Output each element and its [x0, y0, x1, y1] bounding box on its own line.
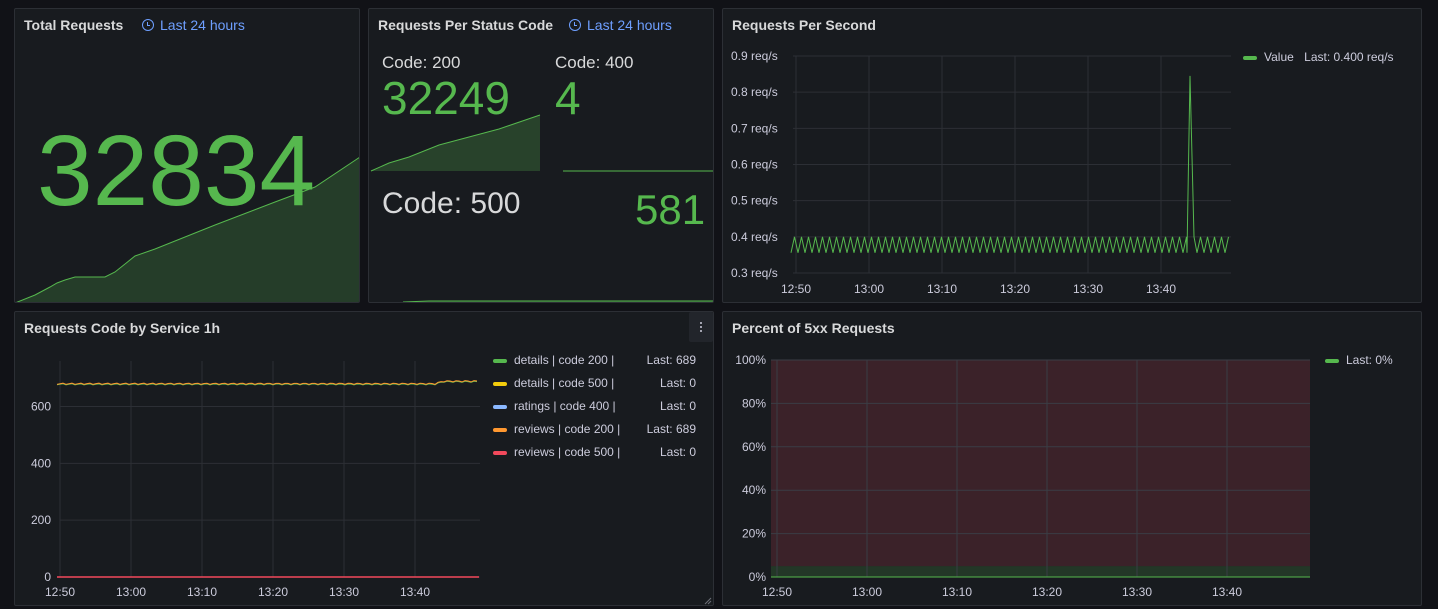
reviews-200-line	[56, 380, 478, 385]
panel-title: Requests Code by Service 1h	[24, 320, 221, 336]
x-tick-label: 12:50	[762, 585, 792, 599]
time-range-label: Last 24 hours	[587, 17, 672, 33]
code200-value: 32249	[382, 72, 510, 124]
clock-icon	[142, 19, 154, 31]
panel-title: Percent of 5xx Requests	[732, 320, 895, 336]
y-tick-label: 0.8 req/s	[731, 85, 778, 99]
x-tick-label: 13:00	[852, 585, 882, 599]
y-tick-label: 0.6 req/s	[731, 158, 778, 172]
x-tick-label: 13:00	[116, 585, 146, 599]
legend-item[interactable]: reviews | code 500 | Last: 0	[493, 445, 696, 468]
y-tick-label: 0	[44, 570, 51, 584]
pct5xx-panel: 0% 20% 40% 60% 80% 100% 12:50 13:00 13:10 13:20 13…	[722, 311, 1422, 606]
status-code-panel: Requests Per Status Code Last 24 hours C…	[368, 8, 714, 303]
legend-swatch	[493, 405, 507, 409]
x-tick-label: 13:20	[258, 585, 288, 599]
clock-icon	[569, 19, 581, 31]
y-tick-label: 0.5 req/s	[731, 194, 778, 208]
legend-item[interactable]: ratings | code 400 | Last: 0	[493, 399, 696, 422]
y-tick-label: 0%	[749, 570, 767, 584]
time-range[interactable]: Last 24 hours	[142, 17, 245, 33]
y-tick-label: 80%	[742, 396, 766, 410]
legend-last: Last: 0%	[1346, 353, 1393, 367]
y-tick-label: 200	[31, 513, 51, 527]
time-range-label: Last 24 hours	[160, 17, 245, 33]
panel-title: Requests Per Second	[732, 17, 876, 33]
y-tick-label: 0.7 req/s	[731, 121, 778, 135]
panel-menu-button[interactable]	[689, 312, 713, 342]
code400-value: 4	[555, 72, 581, 124]
rps-panel: 0.3 req/s 0.4 req/s 0.5 req/s 0.6 req/s 0.7 …	[722, 8, 1422, 303]
panel-title: Requests Per Status Code	[378, 17, 554, 33]
legend-item[interactable]: details | code 500 | Last: 0	[493, 376, 696, 399]
x-tick-label: 13:20	[1000, 282, 1030, 296]
x-tick-label: 13:00	[854, 282, 884, 296]
svc-grid	[59, 361, 480, 578]
legend-name: Value	[1264, 50, 1294, 64]
x-tick-label: 12:50	[45, 585, 75, 599]
y-tick-label: 0.3 req/s	[731, 266, 778, 280]
legend-swatch	[493, 382, 507, 386]
y-tick-label: 40%	[742, 483, 766, 497]
code200-label: Code: 200	[382, 53, 461, 72]
threshold-green-region	[771, 566, 1310, 577]
by-service-panel: 0 200 400 600 12:50 13:00 13:10 13:20 13:30 13:40…	[14, 311, 714, 606]
rps-legend[interactable]: Value Last: 0.400 req/s	[1243, 50, 1394, 64]
code500-value: 581	[635, 186, 706, 233]
x-tick-label: 13:10	[927, 282, 957, 296]
code500-label: Code: 500	[382, 187, 521, 220]
x-tick-label: 13:10	[942, 585, 972, 599]
y-tick-label: 400	[31, 456, 51, 470]
pct5xx-chart: 0% 20% 40% 60% 80% 100% 12:50 13:00 13:10 13:20 13…	[735, 353, 1310, 599]
x-tick-label: 13:30	[1073, 282, 1103, 296]
time-range[interactable]: Last 24 hours	[569, 17, 672, 33]
code400-label: Code: 400	[555, 53, 634, 72]
x-tick-label: 13:30	[1122, 585, 1152, 599]
y-tick-label: 20%	[742, 527, 766, 541]
y-tick-label: 60%	[742, 440, 766, 454]
x-tick-label: 13:30	[329, 585, 359, 599]
legend-item[interactable]: reviews | code 200 | Last: 689	[493, 422, 696, 445]
rps-ticks: 0.3 req/s 0.4 req/s 0.5 req/s 0.6 req/s 0.7 …	[731, 49, 1176, 296]
y-tick-label: 0.9 req/s	[731, 49, 778, 63]
threshold-red-region	[771, 360, 1310, 567]
legend-swatch	[1243, 56, 1257, 60]
x-tick-label: 12:50	[781, 282, 811, 296]
total-requests-panel: Total Requests Last 24 hours 32834	[14, 8, 360, 303]
pct5xx-legend[interactable]: Last: 0%	[1325, 353, 1393, 367]
panel-title: Total Requests	[24, 17, 124, 33]
x-tick-label: 13:40	[400, 585, 430, 599]
svc-ticks: 0 200 400 600 12:50 13:00 13:10 13:20 13:30 13:40	[31, 399, 430, 599]
x-tick-label: 13:40	[1212, 585, 1242, 599]
total-requests-value: 32834	[37, 115, 316, 227]
x-tick-label: 13:10	[187, 585, 217, 599]
y-tick-label: 600	[31, 399, 51, 413]
legend-last: Last: 0.400 req/s	[1304, 50, 1394, 64]
by-service-legend: details | code 200 | Last: 689 details | …	[493, 353, 696, 468]
x-tick-label: 13:40	[1146, 282, 1176, 296]
y-tick-label: 100%	[735, 353, 766, 367]
x-tick-label: 13:20	[1032, 585, 1062, 599]
y-tick-label: 0.4 req/s	[731, 230, 778, 244]
legend-swatch	[493, 451, 507, 455]
legend-swatch	[493, 359, 507, 363]
legend-swatch	[1325, 359, 1339, 363]
legend-item[interactable]: details | code 200 | Last: 689	[493, 353, 696, 376]
legend-swatch	[493, 428, 507, 432]
